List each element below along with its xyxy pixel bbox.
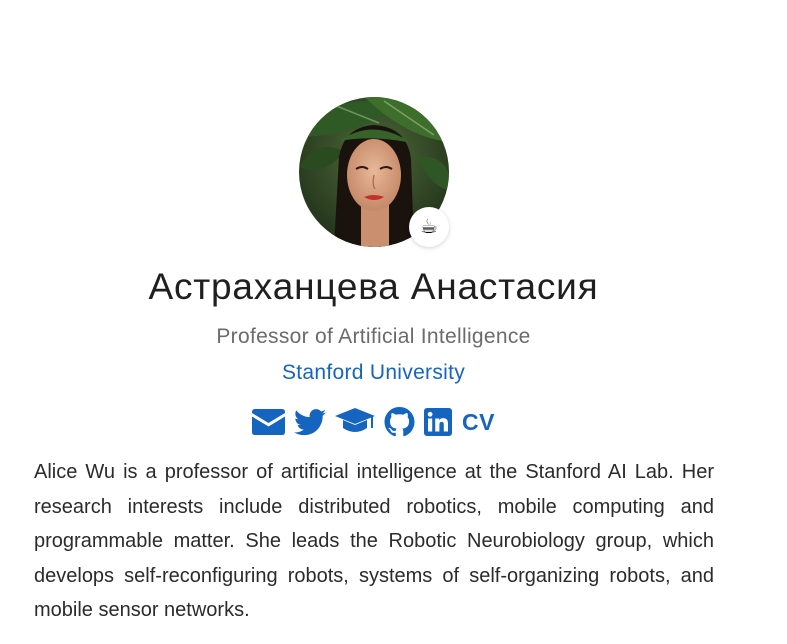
graduation-cap-icon — [335, 408, 375, 432]
google-scholar-link[interactable] — [335, 408, 375, 436]
social-links: CV — [252, 404, 495, 440]
linkedin-link[interactable] — [424, 408, 452, 436]
github-icon — [384, 407, 415, 437]
status-badge: ☕ — [409, 207, 449, 247]
cv-link[interactable]: CV — [462, 409, 495, 436]
avatar-container: ☕ — [299, 97, 449, 247]
github-link[interactable] — [384, 407, 415, 437]
twitter-link[interactable] — [294, 408, 326, 436]
coffee-icon: ☕ — [420, 216, 438, 238]
email-link[interactable] — [252, 409, 285, 435]
profile-role: Professor of Artificial Intelligence — [216, 325, 531, 348]
linkedin-icon — [424, 408, 452, 436]
profile-name: Астраханцева Анастасия — [148, 266, 599, 307]
twitter-icon — [294, 408, 326, 435]
envelope-icon — [252, 409, 285, 435]
profile-bio: Alice Wu is a professor of artificial in… — [34, 461, 714, 622]
organization-link[interactable]: Stanford University — [0, 361, 747, 385]
profile-page: ☕ Астраханцева Анастасия Professor of Ar… — [0, 0, 787, 644]
